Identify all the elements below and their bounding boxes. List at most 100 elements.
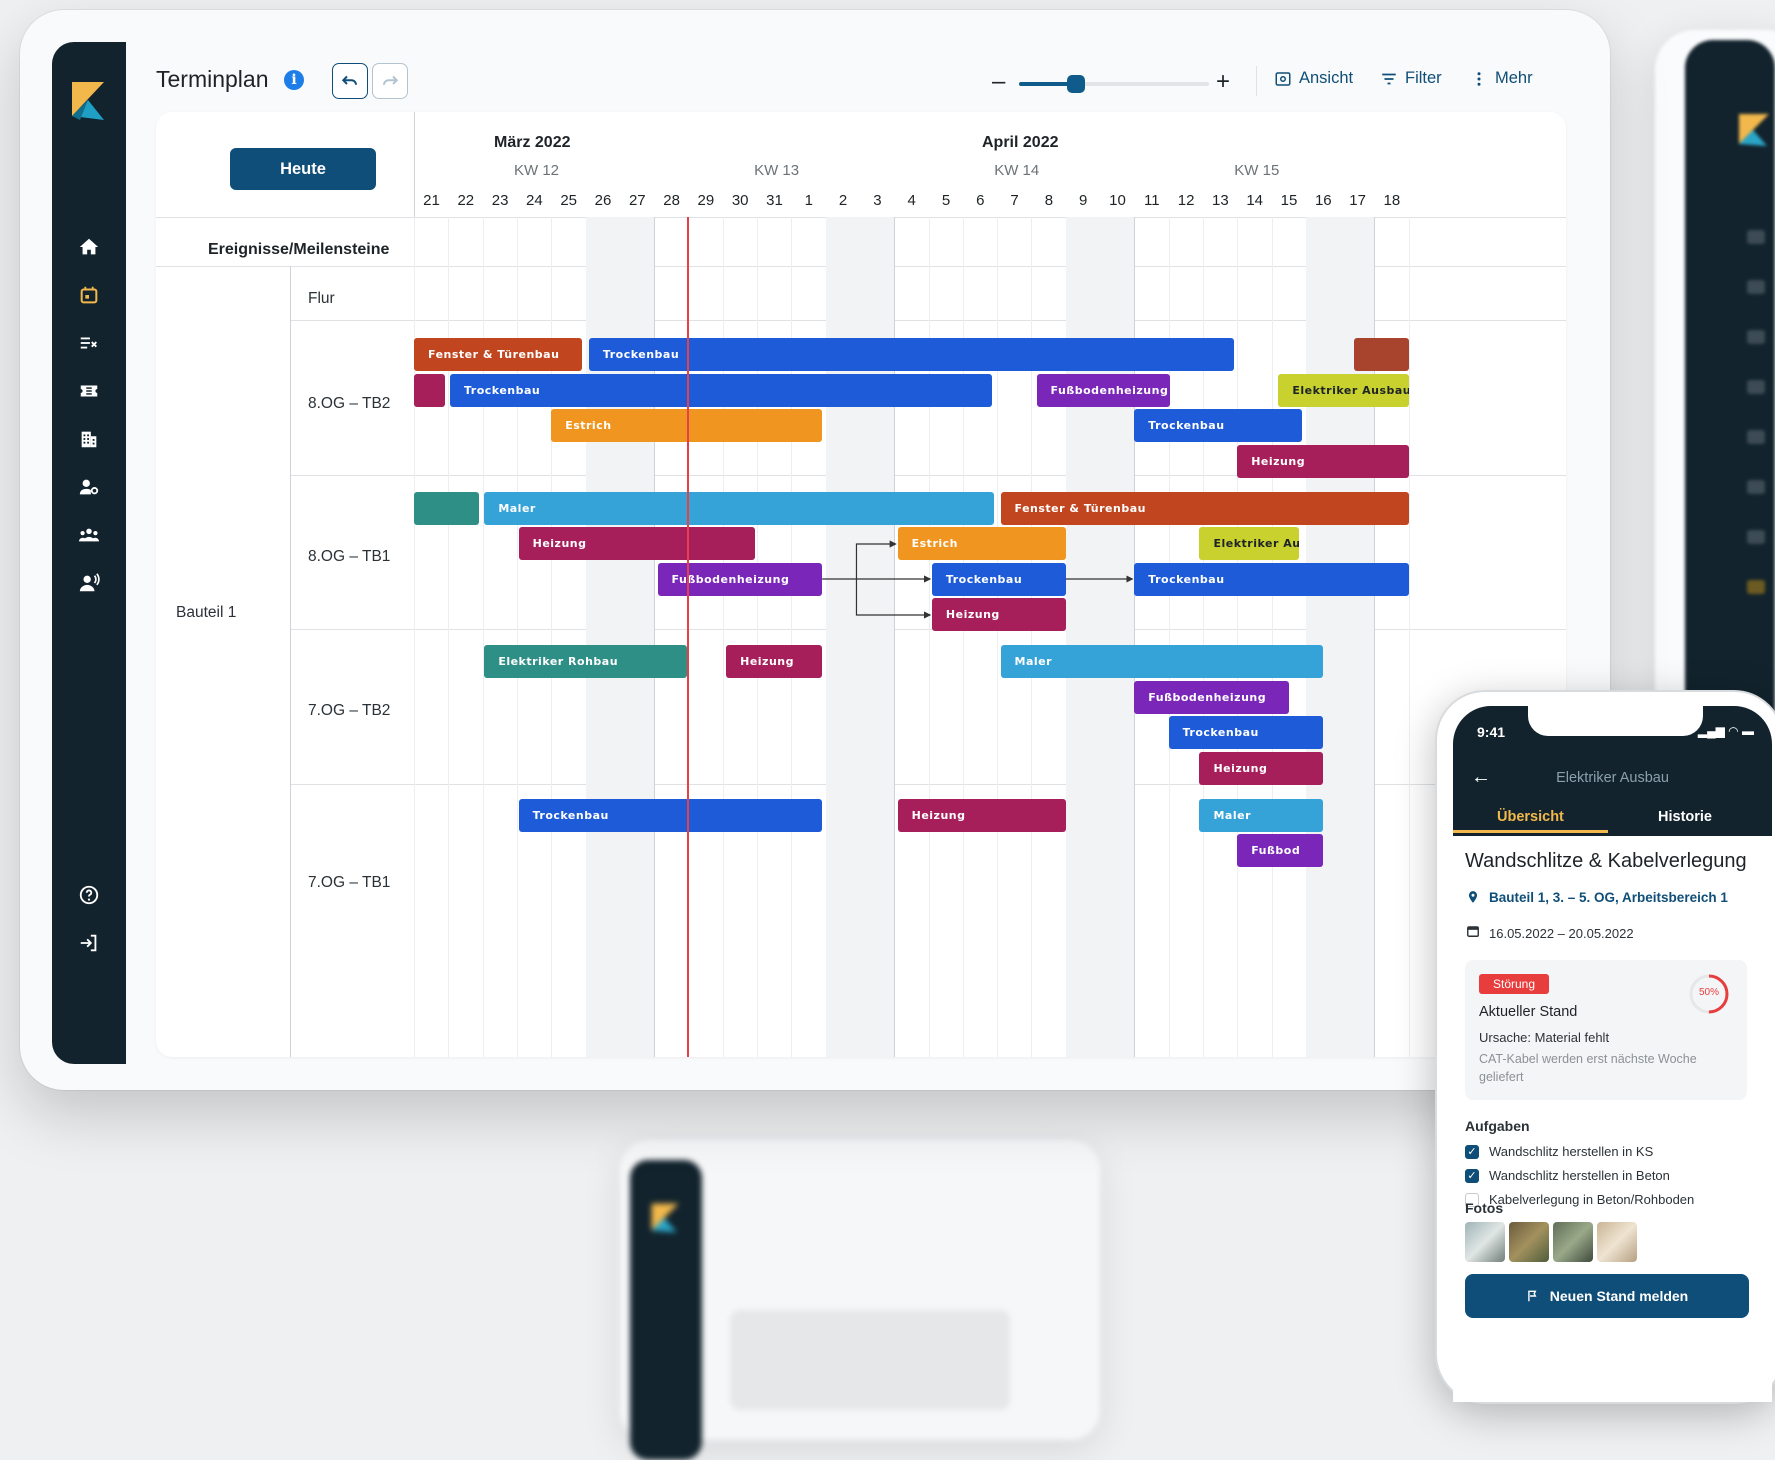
- help-icon[interactable]: [74, 880, 104, 910]
- schedule-bar[interactable]: Maler: [484, 492, 994, 525]
- schedule-bar[interactable]: [414, 492, 480, 525]
- day-label: 24: [526, 192, 543, 209]
- schedule-bar[interactable]: Fenster & Türenbau: [1000, 492, 1409, 525]
- filter-button[interactable]: Filter: [1380, 69, 1442, 88]
- mehr-button[interactable]: Mehr: [1470, 69, 1533, 88]
- top-toolbar: Terminplan i – + Ansicht Filter Mehr: [126, 42, 1586, 117]
- schedule-bar[interactable]: Trockenbau: [1134, 409, 1303, 442]
- schedule-bar[interactable]: Trockenbau: [588, 338, 1234, 371]
- user-settings-icon[interactable]: [74, 472, 104, 502]
- undo-button[interactable]: [332, 63, 368, 99]
- zoom-slider[interactable]: [1019, 75, 1209, 93]
- schedule-bar[interactable]: Heizung: [931, 598, 1066, 631]
- grid-line: [1408, 217, 1410, 1057]
- ansicht-label: Ansicht: [1299, 69, 1354, 87]
- task-location[interactable]: Bauteil 1, 3. – 5. OG, Arbeitsbereich 1: [1489, 890, 1728, 905]
- ticket-icon[interactable]: [74, 376, 104, 406]
- calendar-icon[interactable]: [74, 280, 104, 310]
- home-icon: [1747, 230, 1765, 244]
- day-label: 23: [491, 192, 509, 209]
- task-list-icon[interactable]: [74, 328, 104, 358]
- logout-icon[interactable]: [74, 928, 104, 958]
- progress-label: 50%: [1698, 987, 1719, 998]
- row-label-7og-tb1: 7.OG – TB1: [308, 874, 391, 891]
- checkbox-checked[interactable]: ✓: [1465, 1144, 1479, 1159]
- photo-thumbnail[interactable]: [1597, 1222, 1637, 1262]
- schedule-bar[interactable]: Heizung: [897, 799, 1066, 832]
- day-label: 30: [731, 192, 749, 209]
- mehr-label: Mehr: [1495, 69, 1533, 87]
- schedule-bar[interactable]: Maler: [1199, 799, 1323, 832]
- status-title: Aktueller Stand: [1479, 1004, 1578, 1020]
- schedule-bar[interactable]: Trockenbau: [931, 563, 1066, 596]
- tab-underline: [1453, 830, 1608, 833]
- flag-icon: [1527, 1290, 1537, 1302]
- zoom-out-button[interactable]: –: [992, 68, 1005, 96]
- schedule-bar[interactable]: Maler: [1000, 645, 1323, 678]
- schedule-bar[interactable]: Elektriker Ausbau: [1278, 374, 1409, 407]
- logo-icon[interactable]: [70, 80, 108, 122]
- schedule-bar[interactable]: Heizung: [518, 527, 756, 560]
- photos-heading: Fotos: [1465, 1200, 1504, 1216]
- zoom-slider-thumb[interactable]: [1067, 75, 1085, 93]
- zoom-in-button[interactable]: +: [1216, 68, 1230, 96]
- schedule-bar[interactable]: [1353, 338, 1409, 371]
- row-label-8og-tb2: 8.OG – TB2: [308, 395, 391, 412]
- day-label: 2: [838, 192, 848, 209]
- row-label-flur: Flur: [308, 290, 335, 307]
- day-label: 21: [423, 192, 440, 209]
- tab-history[interactable]: Historie: [1658, 809, 1712, 825]
- checkbox-checked[interactable]: ✓: [1465, 1168, 1479, 1183]
- week-label: KW 14: [994, 162, 1040, 179]
- schedule-bar[interactable]: Trockenbau: [1134, 563, 1409, 596]
- schedule-bar[interactable]: Fußbod: [1237, 834, 1323, 867]
- toolbar-divider: [1256, 66, 1257, 96]
- photo-thumbnail[interactable]: [1553, 1222, 1593, 1262]
- schedule-bar[interactable]: Heizung: [1237, 445, 1409, 478]
- schedule-bar[interactable]: Trockenbau: [518, 799, 823, 832]
- pencil-icon: [1747, 580, 1765, 594]
- task-label: Kabelverlegung in Beton/Rohboden: [1489, 1192, 1695, 1207]
- schedule-bar[interactable]: Elektriker Rohbau: [484, 645, 687, 678]
- schedule-bar[interactable]: Fußbodenheizung: [1134, 681, 1289, 714]
- day-label: 28: [663, 192, 680, 209]
- task-item[interactable]: ✓ Wandschlitz herstellen in Beton: [1465, 1168, 1670, 1183]
- day-label: 15: [1280, 192, 1298, 209]
- row-label-7og-tb2: 7.OG – TB2: [308, 702, 391, 719]
- schedule-bar[interactable]: Heizung: [1199, 752, 1323, 785]
- redo-button[interactable]: [372, 63, 408, 99]
- week-label: KW 13: [754, 162, 800, 179]
- redo-icon: [383, 75, 399, 85]
- schedule-bar[interactable]: Heizung: [726, 645, 823, 678]
- day-label: 12: [1177, 192, 1195, 209]
- logo-icon: [1739, 114, 1769, 146]
- schedule-bar[interactable]: Trockenbau: [1168, 716, 1323, 749]
- contact-user-icon[interactable]: [74, 568, 104, 598]
- tab-overview[interactable]: Übersicht: [1497, 809, 1564, 825]
- photo-thumbnail[interactable]: [1465, 1222, 1505, 1262]
- filter-icon: [1382, 73, 1396, 84]
- task-heading: Wandschlitze & Kabelverlegung: [1465, 850, 1747, 872]
- schedule-bar[interactable]: Fußbodenheizung: [657, 563, 823, 596]
- schedule-bar[interactable]: Elektriker Aus...: [1199, 527, 1299, 560]
- background-sidebar: [630, 1160, 702, 1460]
- undo-icon: [341, 75, 357, 85]
- ansicht-button[interactable]: Ansicht: [1274, 69, 1353, 88]
- page-title: Terminplan: [156, 66, 269, 92]
- report-status-button[interactable]: Neuen Stand melden: [1465, 1274, 1749, 1318]
- schedule-bar[interactable]: Fußbodenheizung: [1036, 374, 1171, 407]
- info-icon[interactable]: i: [284, 70, 304, 90]
- schedule-bar[interactable]: [414, 374, 445, 407]
- schedule-bar[interactable]: Fenster & Türenbau: [414, 338, 583, 371]
- task-item[interactable]: ✓ Wandschlitz herstellen in KS: [1465, 1144, 1653, 1159]
- home-icon[interactable]: [74, 232, 104, 262]
- day-label: 22: [457, 192, 475, 209]
- schedule-bar[interactable]: Estrich: [897, 527, 1066, 560]
- task-dates: 16.05.2022 – 20.05.2022: [1489, 926, 1634, 941]
- schedule-bar[interactable]: Trockenbau: [450, 374, 992, 407]
- photo-thumbnail[interactable]: [1509, 1222, 1549, 1262]
- day-label: 4: [907, 192, 916, 209]
- building-icon[interactable]: [74, 424, 104, 454]
- team-icon[interactable]: [74, 520, 104, 550]
- today-button[interactable]: Heute: [230, 148, 376, 190]
